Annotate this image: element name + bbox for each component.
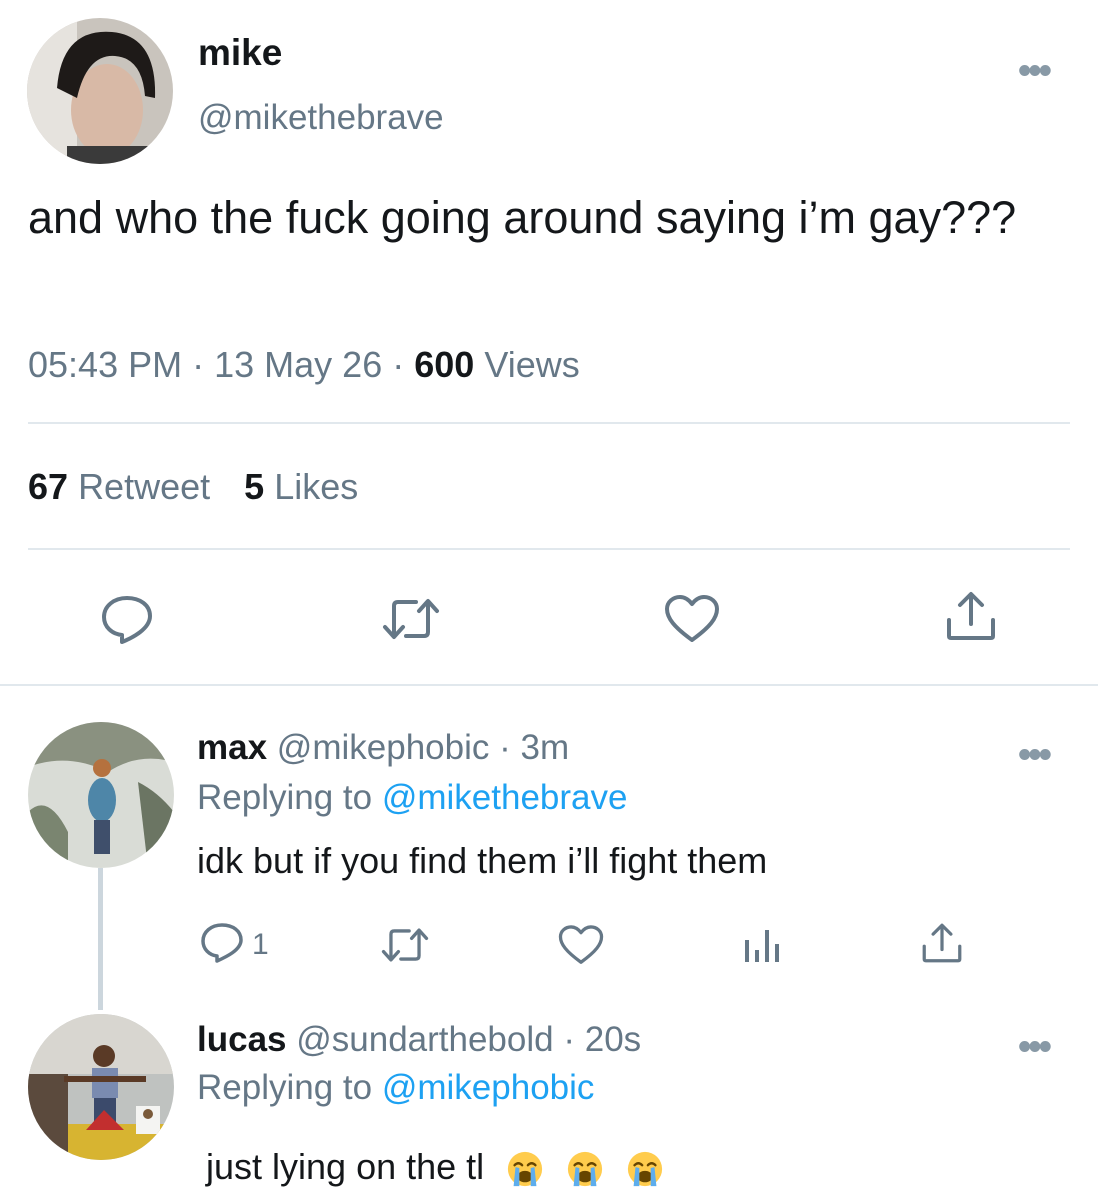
meta-separator: · <box>499 728 511 767</box>
reply-time[interactable]: 20s <box>585 1020 641 1059</box>
meta-separator: · <box>392 344 405 385</box>
like-button[interactable] <box>664 594 720 644</box>
reply-header: max @mikephobic · 3m <box>197 728 569 768</box>
heart-icon <box>558 925 604 964</box>
reply-icon <box>201 923 243 963</box>
replying-to-link[interactable]: @mikethebrave <box>382 778 628 817</box>
divider <box>28 548 1070 550</box>
reply-author-handle[interactable]: @sundarthebold <box>296 1020 553 1059</box>
meta-separator: · <box>192 344 205 385</box>
reply-header: lucas @sundarthebold · 20s <box>197 1020 641 1060</box>
views-count: 600 <box>414 344 475 385</box>
author-handle[interactable]: @mikethebrave <box>198 98 444 138</box>
loudly-crying-face-emoji <box>508 1152 543 1187</box>
tweet-date: 13 May 26 <box>214 344 383 385</box>
share-icon <box>922 923 962 963</box>
avatar[interactable] <box>28 722 174 868</box>
retweet-icon <box>383 599 439 639</box>
more-icon[interactable]: ••• <box>1018 52 1052 90</box>
reply-text: idk but if you find them i’ll fight them <box>197 840 768 881</box>
more-icon[interactable]: ••• <box>1018 1028 1052 1066</box>
share-icon <box>947 592 995 640</box>
avatar-photo <box>28 1014 174 1160</box>
replying-to-link[interactable]: @mikephobic <box>382 1068 595 1107</box>
avatar[interactable] <box>27 18 173 164</box>
avatar[interactable] <box>28 1014 174 1160</box>
tweet-text: and who the fuck going around saying i’m… <box>28 192 1017 243</box>
retweet-count[interactable]: 67 <box>28 466 68 507</box>
meta-separator: · <box>563 1020 575 1059</box>
like-button[interactable] <box>558 924 604 966</box>
reply-icon <box>102 596 152 644</box>
reply-count[interactable]: 1 <box>252 928 269 962</box>
replying-label: Replying to <box>197 778 373 817</box>
avatar-photo <box>28 722 174 868</box>
reply-text: just lying on the tl <box>206 1146 485 1187</box>
tweet-time: 05:43 PM <box>28 344 183 385</box>
retweet-label[interactable]: Retweet <box>78 466 210 507</box>
reply-author-name[interactable]: max <box>197 728 267 767</box>
replying-to: Replying to @mikephobic <box>197 1068 594 1108</box>
share-button[interactable] <box>920 922 964 964</box>
loudly-crying-face-emoji <box>628 1152 663 1187</box>
analytics-icon <box>745 930 779 962</box>
tweet-meta: 05:43 PM · 13 May 26 · 600 Views <box>28 344 580 386</box>
replying-label: Replying to <box>197 1068 373 1107</box>
likes-count[interactable]: 5 <box>244 466 264 507</box>
likes-label[interactable]: Likes <box>274 466 358 507</box>
divider <box>0 684 1098 686</box>
retweet-button[interactable] <box>382 596 440 642</box>
tweet-stats: 67 Retweet 5 Likes <box>28 466 358 508</box>
reply-author-handle[interactable]: @mikephobic <box>277 728 490 767</box>
thread-line <box>98 868 103 1010</box>
retweet-icon <box>381 928 429 962</box>
reply-button[interactable] <box>200 922 244 964</box>
reply-time[interactable]: 3m <box>521 728 570 767</box>
heart-icon <box>665 595 719 642</box>
analytics-button[interactable] <box>742 924 782 964</box>
more-icon[interactable]: ••• <box>1018 736 1052 774</box>
avatar-photo <box>27 18 173 164</box>
reply-text-row: just lying on the tl <box>206 1146 664 1188</box>
reply-button[interactable] <box>100 594 154 646</box>
divider <box>28 422 1070 424</box>
retweet-button[interactable] <box>380 926 430 964</box>
author-name[interactable]: mike <box>198 32 282 74</box>
reply-author-name[interactable]: lucas <box>197 1020 287 1059</box>
share-button[interactable] <box>944 590 998 642</box>
replying-to: Replying to @mikethebrave <box>197 778 627 818</box>
views-label: Views <box>484 344 580 385</box>
loudly-crying-face-emoji <box>568 1152 603 1187</box>
